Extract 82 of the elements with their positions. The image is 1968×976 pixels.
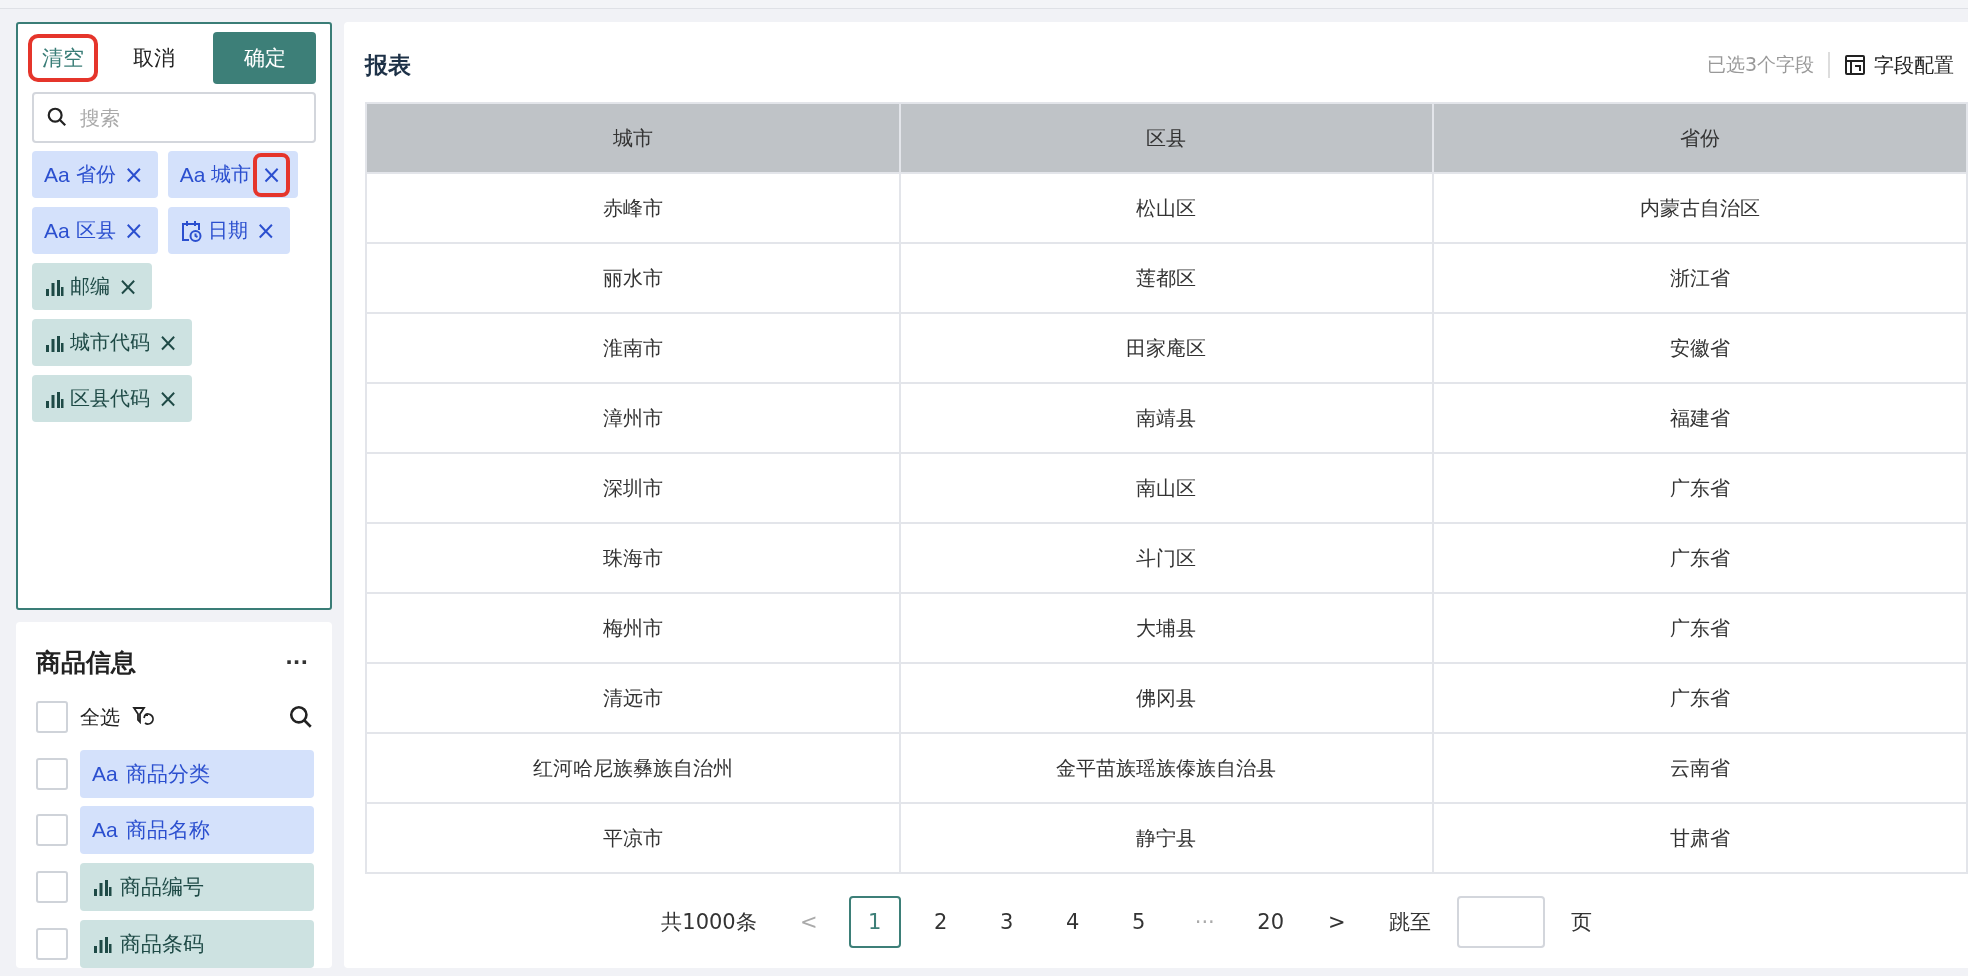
column-header[interactable]: 城市: [366, 103, 900, 173]
field-item[interactable]: 商品条码: [80, 919, 314, 968]
page-input[interactable]: [1456, 896, 1545, 948]
text-type-icon: Aa: [92, 818, 118, 843]
field-tag-label: 城市代码: [70, 329, 150, 356]
checkbox[interactable]: [36, 871, 68, 904]
table-cell: 甘肃省: [1433, 803, 1967, 873]
more-button[interactable]: ···: [279, 649, 314, 676]
field-tag-label: 省份: [75, 161, 116, 188]
field-tag-label: 城市: [211, 161, 252, 188]
text-type-icon: Aa: [44, 162, 70, 187]
remove-button[interactable]: ×: [156, 386, 181, 411]
checkbox[interactable]: [36, 757, 68, 790]
table-cell: 清远市: [366, 663, 900, 733]
table-cell: 福建省: [1433, 383, 1967, 453]
field-tag-label: 邮编: [70, 273, 110, 300]
select-all-label: 全选: [80, 703, 120, 731]
table-cell: 平凉市: [366, 803, 900, 873]
table-cell: 广东省: [1433, 523, 1967, 593]
table-cell: 深圳市: [366, 453, 900, 523]
field-item-label: 商品分类: [125, 760, 210, 788]
table-cell: 田家庵区: [899, 313, 1434, 383]
field-item[interactable]: Aa 商品名称: [80, 806, 314, 855]
field-item-label: 商品条码: [120, 930, 204, 958]
table-cell: 浙江省: [1433, 243, 1967, 313]
selected-count: 已选3个字段: [1706, 52, 1830, 78]
table-cell: 漳州市: [366, 383, 900, 453]
checkbox[interactable]: [36, 927, 68, 960]
table-cell: 安徽省: [1433, 313, 1967, 383]
table-cell: 广东省: [1433, 663, 1967, 733]
remove-button[interactable]: ×: [253, 218, 278, 243]
table-cell: 红河哈尼族彝族自治州: [366, 733, 900, 803]
table-cell: 广东省: [1433, 593, 1967, 663]
table-cell: 佛冈县: [899, 663, 1434, 733]
field-tag-label: 区县代码: [70, 385, 150, 412]
page-unit: 页: [1570, 909, 1592, 936]
text-type-icon: Aa: [179, 162, 206, 187]
layout-icon: [1844, 54, 1866, 76]
field-item[interactable]: 商品编号: [80, 863, 314, 912]
search-field[interactable]: 搜索: [32, 92, 316, 143]
table-cell: 丽水市: [366, 243, 900, 313]
jump-label: 跳至: [1388, 909, 1431, 936]
table-cell: 珠海市: [366, 523, 900, 593]
table-cell: 大埔县: [899, 593, 1434, 663]
bar-chart-icon: [92, 877, 112, 898]
field-tag-label: 区县: [75, 217, 116, 244]
calendar-clock-icon: [179, 218, 202, 243]
table-cell: 南靖县: [899, 383, 1434, 453]
field-item-label: 商品编号: [120, 874, 204, 902]
remove-button[interactable]: ×: [121, 162, 146, 187]
table-cell: 金平苗族瑶族傣族自治县: [899, 733, 1434, 803]
table-cell: 松山区: [899, 173, 1434, 243]
checkbox[interactable]: [36, 814, 68, 847]
table-cell: 广东省: [1433, 453, 1967, 523]
confirm-button[interactable]: 确定: [213, 32, 316, 84]
field-item-label: 商品名称: [125, 817, 210, 845]
field-item[interactable]: Aa 商品分类: [80, 749, 314, 798]
remove-button[interactable]: ×: [116, 274, 141, 299]
table-cell: 斗门区: [899, 523, 1434, 593]
cancel-button[interactable]: 取消: [122, 38, 185, 78]
column-header[interactable]: 省份: [1433, 103, 1967, 173]
table-cell: 淮南市: [366, 313, 900, 383]
table-cell: 赤峰市: [366, 173, 900, 243]
table-cell: 静宁县: [899, 803, 1434, 873]
dataset-title: 商品信息: [36, 646, 136, 679]
remove-button[interactable]: ×: [121, 218, 146, 243]
text-type-icon: Aa: [92, 761, 118, 786]
table-cell: 云南省: [1433, 733, 1967, 803]
column-header[interactable]: 区县: [899, 103, 1434, 173]
table-cell: 梅州市: [366, 593, 900, 663]
table-cell: 莲都区: [899, 243, 1434, 313]
search-icon: [46, 106, 68, 128]
page-button[interactable]: 1: [848, 896, 901, 948]
total-count: 共1000条: [661, 909, 757, 936]
table-cell: 南山区: [899, 453, 1434, 523]
table-cell: 内蒙古自治区: [1433, 173, 1967, 243]
remove-button[interactable]: ×: [156, 330, 181, 355]
text-type-icon: Aa: [44, 218, 70, 243]
field-tag-label: 日期: [207, 217, 248, 244]
field-config-button[interactable]: 字段配置: [1844, 51, 1968, 79]
report-title: 报表: [365, 50, 411, 80]
checkbox[interactable]: [36, 701, 68, 734]
